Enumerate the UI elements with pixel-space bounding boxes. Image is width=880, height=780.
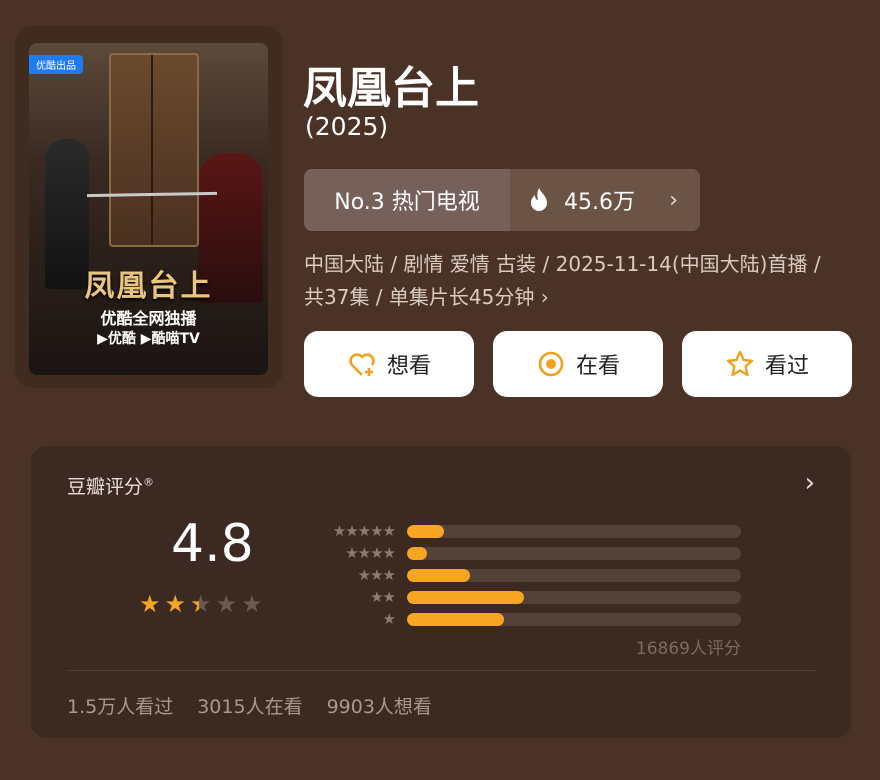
rank-pill[interactable]: No.3 热门电视 45.6万 › (304, 169, 700, 231)
rating-label: 豆瓣评分® (67, 472, 154, 499)
poster-title: 凤凰台上 (84, 269, 213, 304)
distribution-fill (407, 568, 471, 582)
distribution-stars: ★★★★ (345, 544, 396, 562)
distribution-fill (407, 590, 524, 604)
registered-mark: ® (143, 475, 155, 489)
want-to-watch-label: 想看 (386, 354, 431, 379)
rating-label-text: 豆瓣评分 (67, 476, 144, 498)
distribution-stars: ★★★★★ (332, 522, 396, 540)
divider (67, 670, 815, 671)
distribution-row: ★★ (309, 586, 741, 608)
heart-plus-icon (349, 353, 375, 376)
poster-image[interactable]: 优酷出品 凤凰台上 优酷全网独播 ▶优酷 ▶酷喵TV (29, 43, 268, 375)
poster-door (109, 53, 199, 247)
heat-area: 45.6万 › (510, 169, 700, 231)
watching-button[interactable]: 在看 (493, 331, 663, 397)
distribution-track (407, 546, 741, 560)
distribution-fill (407, 612, 504, 626)
star-icon: ★ (139, 590, 161, 618)
rating-card[interactable]: 豆瓣评分® › 4.8 ★ ★ ★ ★ ★ ★★★★★ ★★★★ ★★★ ★★ … (31, 446, 851, 738)
distribution-stars: ★ (382, 610, 396, 628)
watching-label: 在看 (575, 354, 620, 379)
chevron-right-icon: › (669, 187, 678, 213)
poster-platforms: ▶优酷 ▶酷喵TV (97, 331, 200, 347)
rating-distribution: ★★★★★ ★★★★ ★★★ ★★ ★ (309, 520, 741, 630)
star-icon: ★ (164, 590, 187, 618)
star-icon: ★ (215, 590, 238, 618)
distribution-row: ★ (309, 608, 741, 630)
star-icon: ★ (190, 590, 212, 618)
wish-count[interactable]: 9903人想看 (327, 692, 432, 719)
distribution-fill (407, 546, 428, 560)
watch-stats: 1.5万人看过 3015人在看 9903人想看 (67, 692, 432, 719)
star-icon: ★ (241, 590, 263, 618)
rating-score: 4.8 (171, 514, 254, 574)
rank-label: No.3 热门电视 (304, 169, 510, 231)
heat-value: 45.6万 (564, 190, 635, 215)
poster-subtitle: 优酷全网独播 (100, 309, 197, 328)
watched-count[interactable]: 1.5万人看过 (67, 692, 173, 719)
chevron-right-icon[interactable]: › (805, 468, 815, 498)
star-outline-icon (726, 350, 754, 377)
distribution-row: ★★★★★ (309, 520, 741, 542)
watched-button[interactable]: 看过 (682, 331, 852, 397)
distribution-stars: ★★ (370, 588, 396, 606)
distribution-track (407, 524, 741, 538)
distribution-track (407, 612, 741, 626)
distribution-row: ★★★★ (309, 542, 741, 564)
distribution-stars: ★★★ (357, 566, 396, 584)
distribution-track (407, 590, 741, 604)
distribution-fill (407, 524, 444, 538)
rating-stars: ★ ★ ★ ★ ★ (139, 592, 263, 616)
meta-info[interactable]: 中国大陆 / 剧情 爱情 古装 / 2025-11-14(中国大陆)首播 / 共… (304, 248, 844, 314)
want-to-watch-button[interactable]: 想看 (304, 331, 474, 397)
page-title: 凤凰台上 (303, 63, 479, 114)
poster-badge: 优酷出品 (29, 55, 83, 74)
watched-label: 看过 (764, 354, 809, 379)
release-year: (2025) (305, 112, 389, 141)
watching-count[interactable]: 3015人在看 (197, 692, 302, 719)
rating-count: 16869人评分 (635, 639, 741, 659)
distribution-track (407, 568, 741, 582)
target-circle-icon (538, 351, 564, 377)
flame-icon (531, 188, 547, 211)
distribution-row: ★★★ (309, 564, 741, 586)
